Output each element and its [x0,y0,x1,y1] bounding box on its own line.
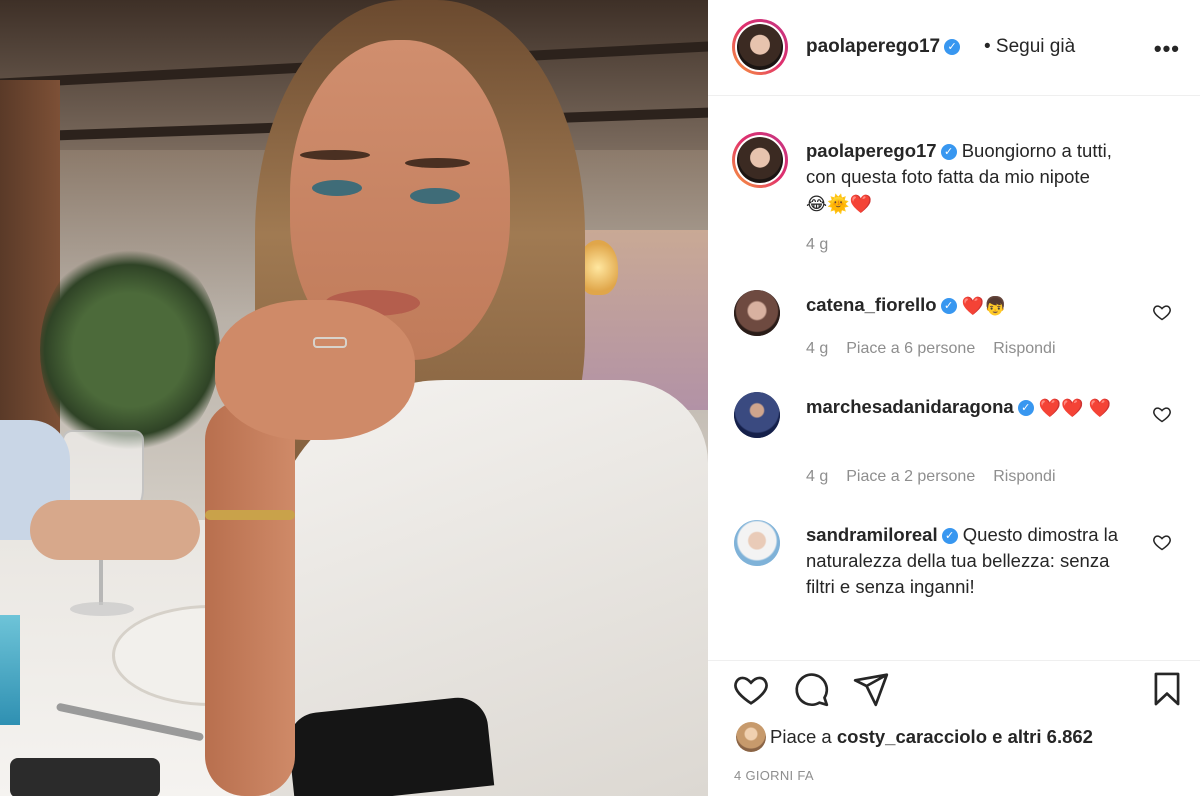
comment-2: marchesadanidaragona ✓ ❤️❤️ ❤️ [806,394,1146,421]
comment-avatar[interactable] [734,290,780,336]
post-photo[interactable] [0,0,708,796]
eyebrow-left [300,150,370,160]
comment-username[interactable]: marchesadanidaragona [806,396,1014,417]
comment-like-heart-icon[interactable] [1152,532,1172,552]
phone [10,758,160,796]
comment-icon[interactable] [792,670,830,708]
comment-reply[interactable]: Rispondi [993,340,1055,357]
more-horizontal-icon[interactable]: ••• [1154,36,1180,62]
comment-like-heart-icon[interactable] [1152,404,1172,424]
comment-text: ❤️👦 [961,296,1007,317]
follow-status[interactable]: • Segui già [984,36,1075,58]
wine-glass-base [70,602,134,616]
header-divider [708,95,1200,96]
verified-badge-icon: ✓ [941,528,958,545]
comment-meta: 4 g Piace a 6 persone Rispondi [806,340,1074,358]
instagram-post: paolaperego17 ✓ • Segui già ••• paolapere… [0,0,1200,796]
eyebrow-right [405,158,470,168]
post-header: paolaperego17 ✓ • Segui già ••• [708,0,1200,95]
post-date[interactable]: 4 GIORNI FA [734,768,814,783]
comment-meta: 4 g Piace a 2 persone Rispondi [806,468,1074,486]
comment-username[interactable]: sandramiloreal [806,524,938,545]
ring [313,337,347,348]
verified-badge-icon: ✓ [940,298,957,315]
likes-prefix: Piace a [770,726,832,747]
plant [40,240,220,460]
eye-right [410,188,460,204]
author-username[interactable]: paolaperego17 ✓ [806,36,961,58]
caption-time: 4 g [806,236,829,253]
eye-left [312,180,362,196]
comment-avatar[interactable] [734,392,780,438]
verified-badge-icon: ✓ [944,38,961,55]
comment-1: catena_fiorello ✓ ❤️👦 [806,292,1146,319]
hand [215,300,415,440]
comment-like-heart-icon[interactable] [1152,302,1172,322]
comment-likes[interactable]: Piace a 2 persone [846,468,975,485]
likes-user[interactable]: costy_caracciolo [837,726,987,747]
bracelet [205,510,295,520]
comment-time: 4 g [806,468,829,485]
actions-divider [708,660,1200,661]
comment-time: 4 g [806,340,829,357]
bookmark-icon[interactable] [1148,670,1186,708]
comment-text: ❤️❤️ ❤️ [1038,398,1112,419]
comment-3: sandramiloreal ✓ Questo dimostra la natur… [806,522,1126,600]
share-icon[interactable] [852,670,890,708]
caption-username[interactable]: paolaperego17 [806,140,937,161]
comment-username[interactable]: catena_fiorello [806,294,937,315]
comment-reply[interactable]: Rispondi [993,468,1055,485]
comment-avatar[interactable] [734,520,780,566]
liker-avatar[interactable] [736,722,766,752]
caption-emojis: 😂🌞❤️ [806,194,872,215]
post-side-panel: paolaperego17 ✓ • Segui già ••• paolapere… [708,0,1200,796]
author-avatar[interactable] [732,19,788,75]
arm [205,400,295,796]
hand-left [30,500,200,560]
blue-glass [0,615,20,725]
verified-badge-icon: ✓ [1017,400,1034,417]
comment-likes[interactable]: Piace a 6 persone [846,340,975,357]
likes-others[interactable]: e altri 6.862 [992,726,1093,747]
verified-badge-icon: ✓ [940,144,957,161]
caption-avatar[interactable] [732,132,788,188]
caption: paolaperego17 ✓ Buongiorno a tutti, con q… [806,138,1146,217]
heart-icon[interactable] [732,670,770,708]
likes-summary[interactable]: Piace a costy_caracciolo e altri 6.862 [770,726,1093,748]
